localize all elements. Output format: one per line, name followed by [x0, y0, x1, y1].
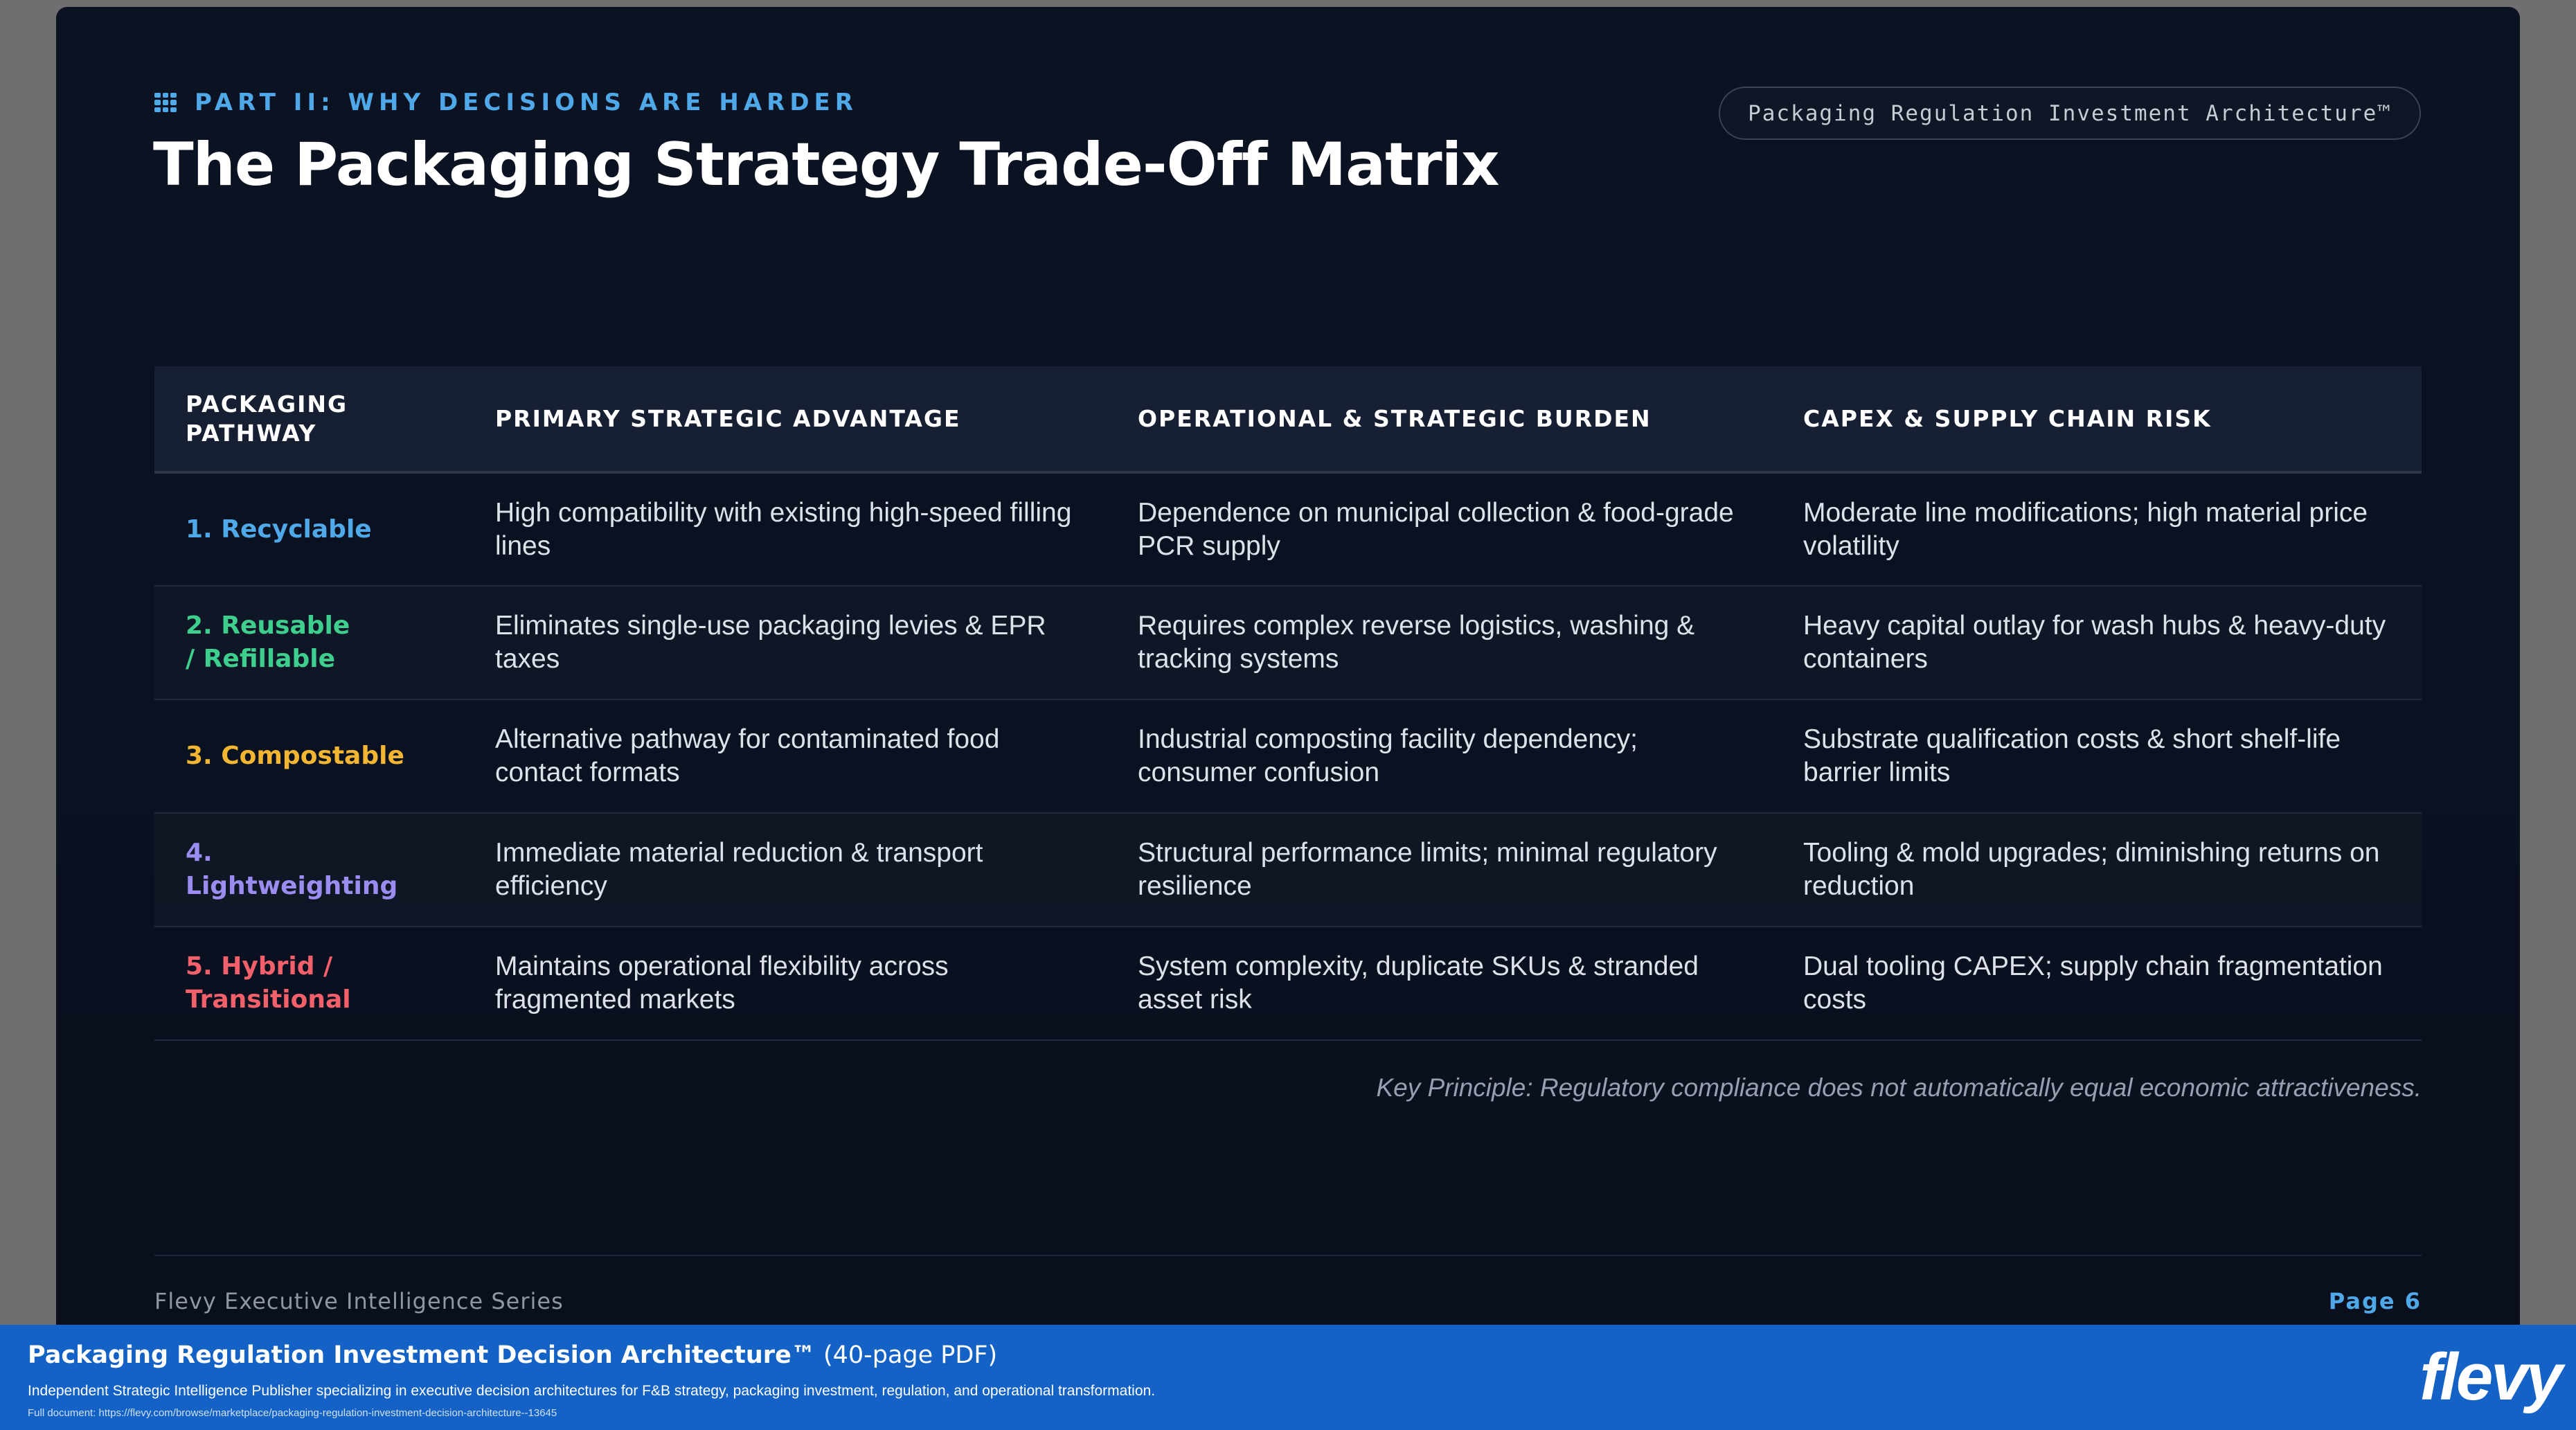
table-row: 1. Recyclable High compatibility with ex… — [154, 472, 2422, 587]
risk-cell: Moderate line modifications; high materi… — [1772, 472, 2422, 587]
pathway-cell: 3. Compostable — [154, 699, 464, 814]
table-row: 4. Lightweighting Immediate material red… — [154, 813, 2422, 927]
burden-cell: Industrial composting facility dependenc… — [1107, 699, 1772, 814]
pathway-cell: 2. Reusable / Refillable — [154, 586, 464, 700]
pathway-cell: 4. Lightweighting — [154, 813, 464, 927]
table-row: 5. Hybrid / Transitional Maintains opera… — [154, 927, 2422, 1041]
document-banner: Packaging Regulation Investment Decision… — [0, 1325, 2576, 1430]
risk-cell: Substrate qualification costs & short sh… — [1772, 699, 2422, 814]
column-header-burden: OPERATIONAL & STRATEGIC BURDEN — [1107, 366, 1772, 474]
advantage-cell: Eliminates single-use packaging levies &… — [464, 586, 1107, 700]
column-header-pathway: PACKAGING PATHWAY — [154, 366, 464, 474]
banner-description: Independent Strategic Intelligence Publi… — [28, 1383, 1156, 1399]
pathway-cell: 1. Recyclable — [154, 472, 464, 587]
risk-cell: Tooling & mold upgrades; diminishing ret… — [1772, 813, 2422, 927]
grid-icon — [154, 93, 177, 112]
burden-cell: Dependence on municipal collection & foo… — [1107, 472, 1772, 587]
risk-cell: Heavy capital outlay for wash hubs & hea… — [1772, 586, 2422, 700]
section-tag: PART II: WHY DECISIONS ARE HARDER — [154, 89, 858, 116]
advantage-cell: Alternative pathway for contaminated foo… — [464, 699, 1107, 814]
column-header-advantage: PRIMARY STRATEGIC ADVANTAGE — [464, 366, 1107, 474]
burden-cell: Structural performance limits; minimal r… — [1107, 813, 1772, 927]
burden-cell: Requires complex reverse logistics, wash… — [1107, 586, 1772, 700]
banner-title-suffix: (40-page PDF) — [815, 1341, 998, 1369]
advantage-cell: High compatibility with existing high-sp… — [464, 472, 1107, 587]
table-row: 2. Reusable / Refillable Eliminates sing… — [154, 586, 2422, 700]
banner-title-name: Packaging Regulation Investment Decision… — [28, 1341, 816, 1369]
table-header-row: PACKAGING PATHWAY PRIMARY STRATEGIC ADVA… — [154, 366, 2422, 474]
column-header-risk: CAPEX & SUPPLY CHAIN RISK — [1772, 366, 2422, 474]
trade-off-matrix: PACKAGING PATHWAY PRIMARY STRATEGIC ADVA… — [154, 366, 2422, 1041]
page-number: Page 6 — [2328, 1288, 2422, 1314]
advantage-cell: Immediate material reduction & transport… — [464, 813, 1107, 927]
document-label-pill: Packaging Regulation Investment Architec… — [1719, 87, 2421, 140]
series-label: Flevy Executive Intelligence Series — [154, 1288, 564, 1314]
page-title: The Packaging Strategy Trade-Off Matrix — [153, 130, 1500, 199]
pathway-cell: 5. Hybrid / Transitional — [154, 927, 464, 1041]
key-principle-note: Key Principle: Regulatory compliance doe… — [1376, 1073, 2422, 1102]
risk-cell: Dual tooling CAPEX; supply chain fragmen… — [1772, 927, 2422, 1041]
burden-cell: System complexity, duplicate SKUs & stra… — [1107, 927, 1772, 1041]
banner-title[interactable]: Packaging Regulation Investment Decision… — [28, 1341, 997, 1369]
banner-document-link[interactable]: Full document: https://flevy.com/browse/… — [28, 1407, 557, 1419]
slide: PART II: WHY DECISIONS ARE HARDER The Pa… — [56, 7, 2520, 1326]
advantage-cell: Maintains operational flexibility across… — [464, 927, 1107, 1041]
section-tag-label: PART II: WHY DECISIONS ARE HARDER — [195, 89, 858, 116]
flevy-logo[interactable]: flevy — [2420, 1336, 2563, 1419]
table-row: 3. Compostable Alternative pathway for c… — [154, 699, 2422, 814]
footer-divider — [154, 1255, 2422, 1256]
